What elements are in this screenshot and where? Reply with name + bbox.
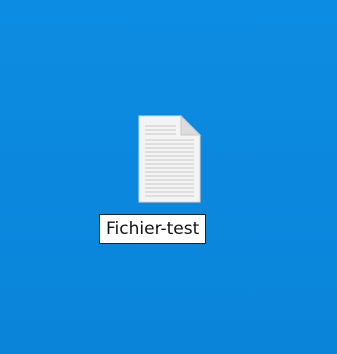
text-file-icon[interactable] <box>134 114 204 206</box>
filename-label[interactable]: Fichier-test <box>106 220 199 238</box>
filename-rename-field[interactable]: Fichier-test <box>99 214 207 244</box>
desktop-file-item[interactable]: Fichier-test <box>96 108 246 248</box>
desktop-background[interactable]: Fichier-test <box>0 0 337 354</box>
